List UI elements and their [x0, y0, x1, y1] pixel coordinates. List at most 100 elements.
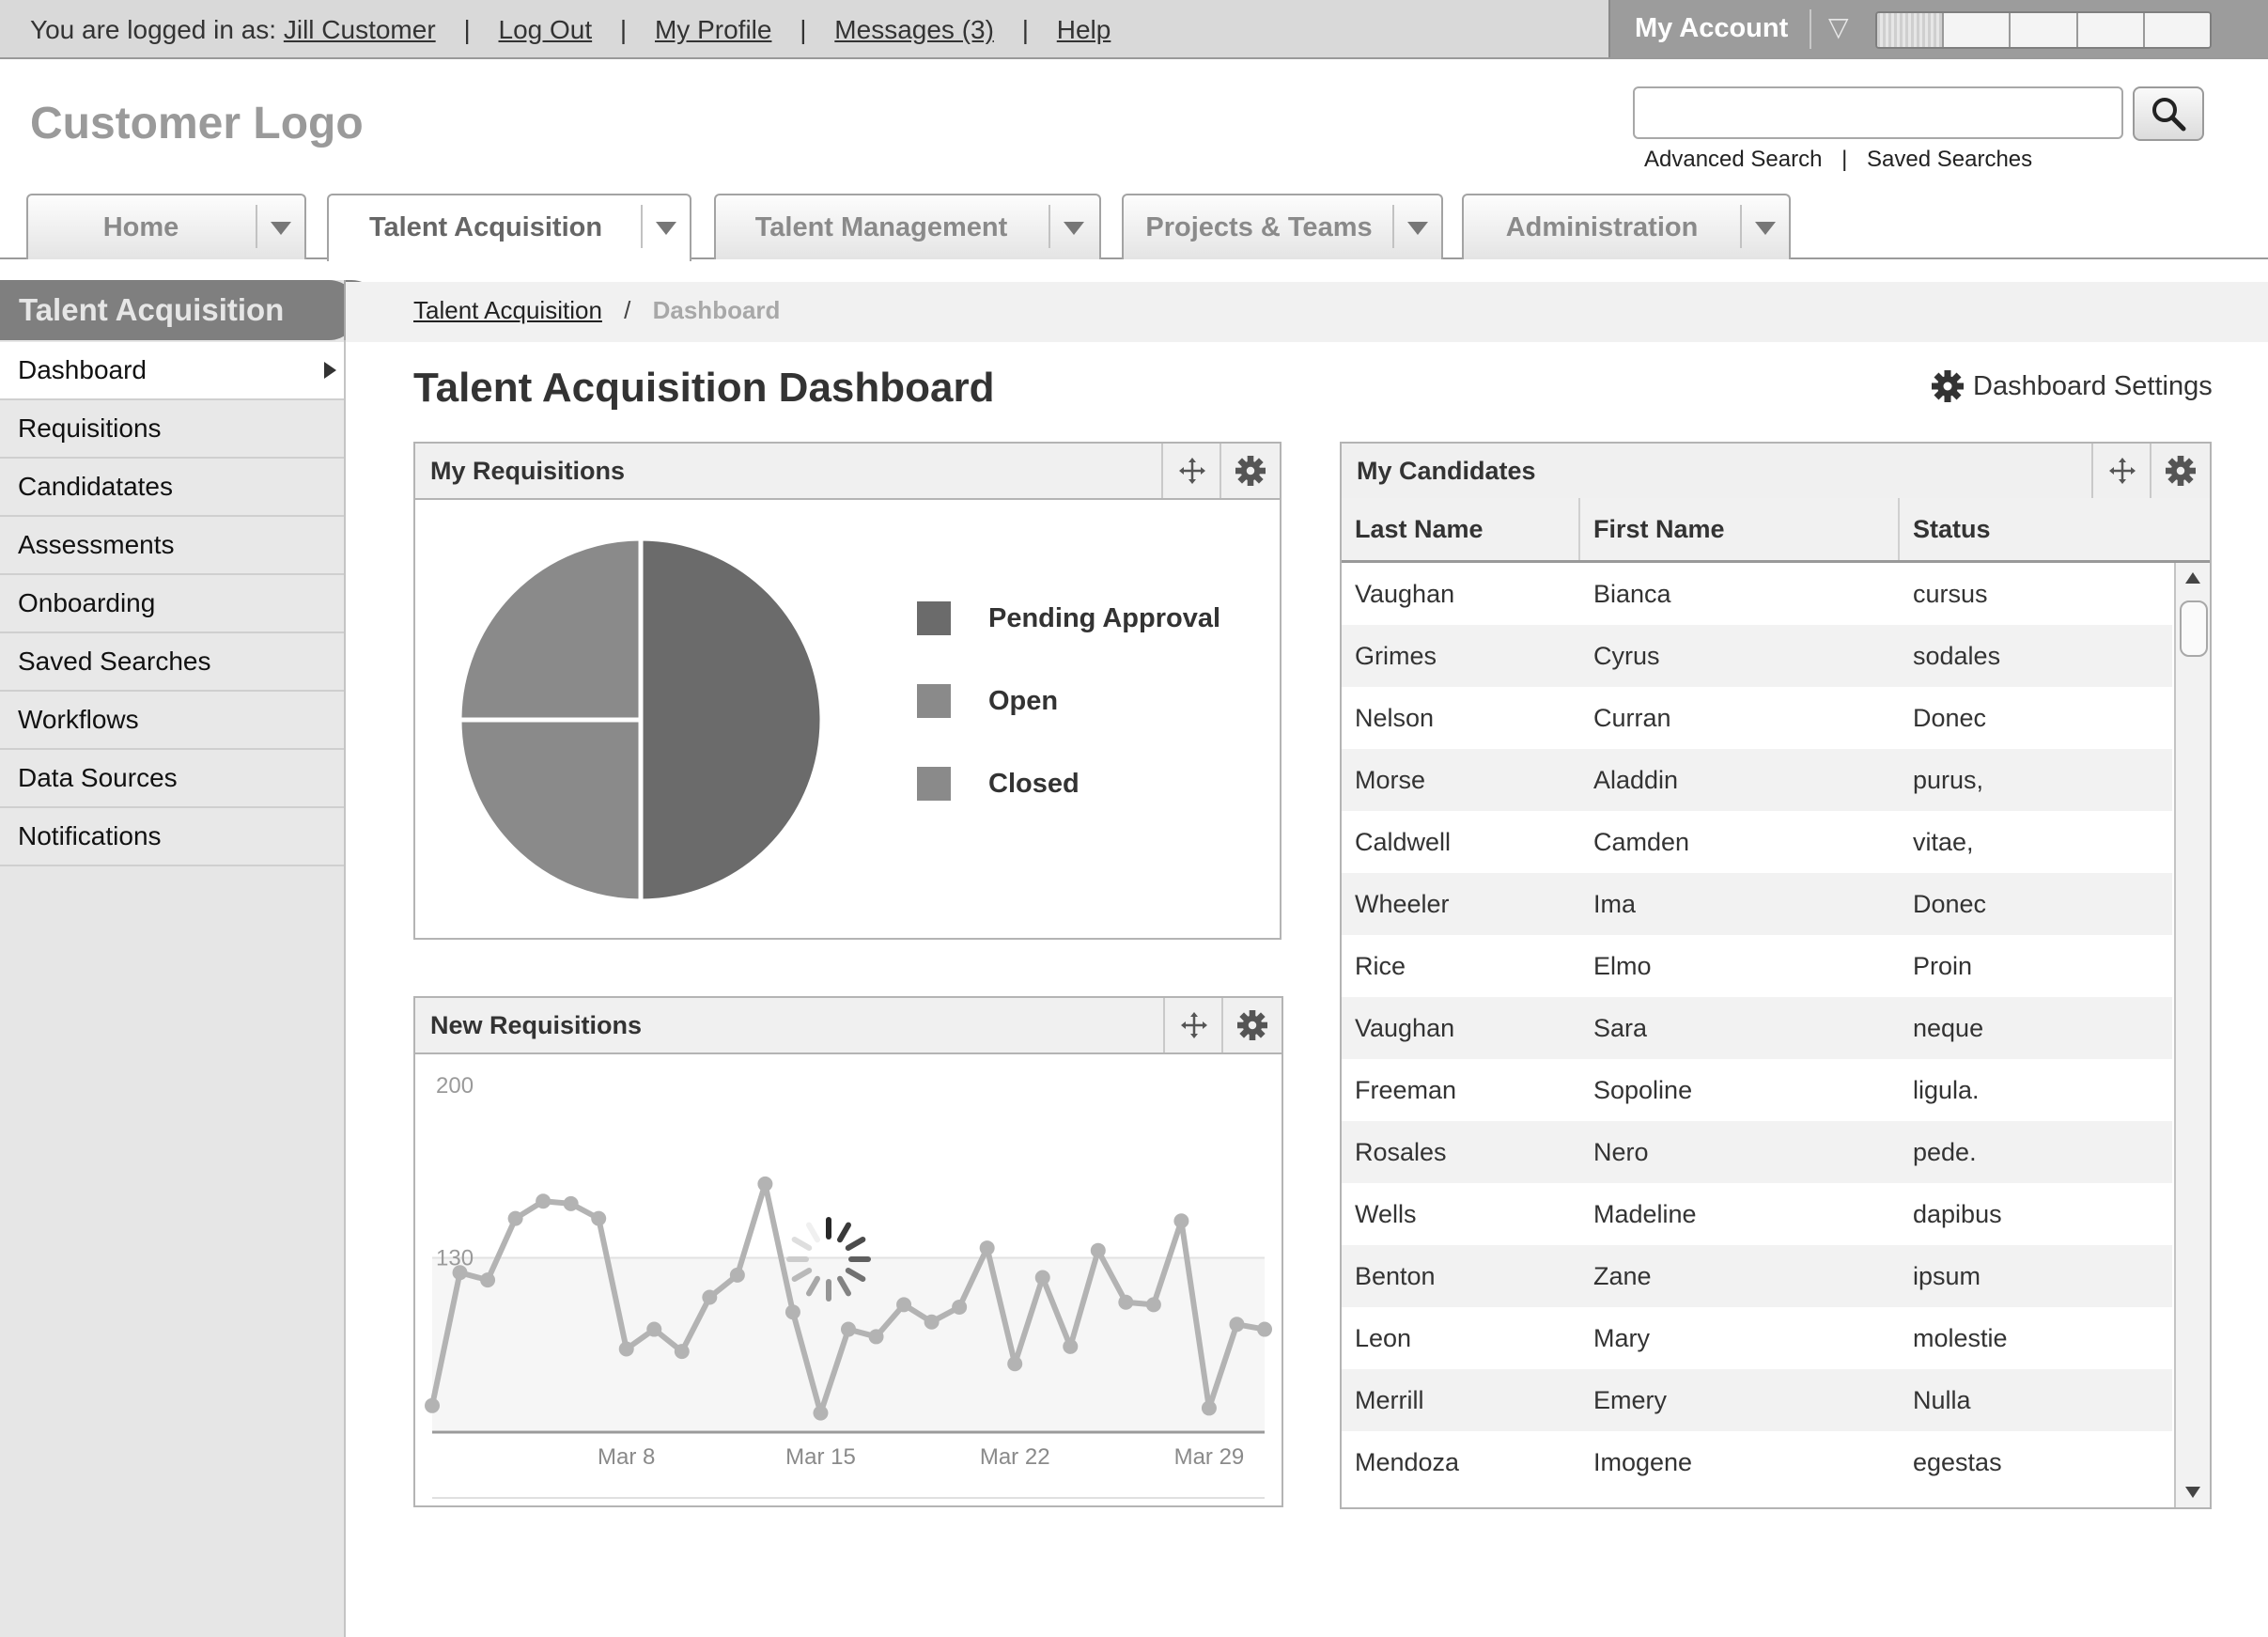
table-row[interactable]: Nelson Curran Donec [1342, 687, 2172, 749]
data-point[interactable] [1118, 1294, 1134, 1310]
column-header-first-name[interactable]: First Name [1580, 498, 1900, 560]
tab-label[interactable]: Administration [1464, 195, 1740, 259]
chevron-down-icon[interactable] [271, 222, 291, 235]
tab-label[interactable]: Talent Management [716, 195, 1047, 259]
chevron-down-icon[interactable]: ▽ [1828, 11, 1849, 42]
sidebar-item-requisitions[interactable]: Requisitions [0, 400, 344, 459]
pie-slice[interactable] [638, 536, 825, 904]
data-point[interactable] [1201, 1400, 1217, 1416]
data-point[interactable] [1257, 1321, 1272, 1337]
sidebar-item-notifications[interactable]: Notifications [0, 808, 344, 866]
sidebar-item-candidates[interactable]: Candidatates [0, 459, 344, 517]
dashboard-settings-label[interactable]: Dashboard Settings [1973, 371, 2213, 402]
search-input[interactable] [1633, 86, 2123, 139]
data-point[interactable] [563, 1195, 579, 1211]
panel-settings-button[interactable] [1219, 444, 1280, 498]
table-row[interactable]: Rosales Nero pede. [1342, 1121, 2172, 1183]
tab-label[interactable]: Home [28, 195, 254, 259]
saved-searches-link[interactable]: Saved Searches [1867, 147, 2032, 172]
table-row[interactable]: Benton Zane ipsum [1342, 1245, 2172, 1307]
data-point[interactable] [702, 1289, 718, 1305]
data-point[interactable] [896, 1297, 912, 1313]
chevron-down-icon[interactable] [1755, 222, 1776, 235]
scroll-up-arrow-icon[interactable] [2185, 572, 2200, 584]
data-point[interactable] [952, 1299, 968, 1315]
data-point[interactable] [784, 1304, 800, 1320]
move-handle[interactable] [2091, 444, 2151, 498]
sidebar-item-onboarding[interactable]: Onboarding [0, 575, 344, 633]
table-row[interactable]: Vaughan Bianca cursus [1342, 563, 2172, 625]
tab-administration[interactable]: Administration [1462, 194, 1791, 259]
table-row[interactable]: Mendoza Imogene egestas [1342, 1431, 2172, 1493]
data-point[interactable] [924, 1314, 940, 1330]
data-point[interactable] [425, 1397, 440, 1413]
sidebar-item-workflows[interactable]: Workflows [0, 692, 344, 750]
tab-label[interactable]: Talent Acquisition [329, 195, 643, 259]
my-account-label[interactable]: My Account [1635, 0, 1788, 57]
table-row[interactable]: Grimes Cyrus sodales [1342, 625, 2172, 687]
pie-slice[interactable] [457, 536, 644, 723]
table-scrollbar[interactable] [2174, 563, 2210, 1507]
data-point[interactable] [618, 1341, 634, 1357]
scroll-thumb[interactable] [2180, 600, 2208, 657]
data-point[interactable] [591, 1210, 607, 1226]
table-row[interactable]: Caldwell Camden vitae, [1342, 811, 2172, 873]
tab-label[interactable]: Projects & Teams [1124, 195, 1394, 259]
data-point[interactable] [646, 1321, 662, 1337]
table-row[interactable]: Morse Aladdin purus, [1342, 749, 2172, 811]
data-point[interactable] [1063, 1338, 1079, 1354]
data-point[interactable] [480, 1272, 496, 1288]
column-header-status[interactable]: Status [1900, 498, 2210, 560]
table-row[interactable]: Merrill Emery Nulla [1342, 1369, 2172, 1431]
tab-talent-management[interactable]: Talent Management [714, 194, 1101, 259]
sidebar-item-dashboard[interactable]: Dashboard [0, 342, 344, 400]
table-row[interactable]: Leon Mary molestie [1342, 1307, 2172, 1369]
pie-slice[interactable] [457, 717, 644, 904]
tab-projects-teams[interactable]: Projects & Teams [1122, 194, 1443, 259]
data-point[interactable] [757, 1176, 773, 1192]
chevron-down-icon[interactable] [1407, 222, 1428, 235]
tab-talent-acquisition[interactable]: Talent Acquisition [327, 194, 691, 261]
data-point[interactable] [979, 1240, 995, 1256]
scroll-down-arrow-icon[interactable] [2185, 1487, 2200, 1498]
move-handle[interactable] [1161, 444, 1221, 498]
logout-link[interactable]: Log Out [499, 15, 593, 44]
sidebar-item-data-sources[interactable]: Data Sources [0, 750, 344, 808]
user-name-link[interactable]: Jill Customer [284, 15, 436, 44]
tab-home[interactable]: Home [26, 194, 306, 259]
my-account-menu[interactable]: My Account ▽ [1608, 0, 2268, 57]
data-point[interactable] [1034, 1270, 1050, 1286]
sidebar-item-assessments[interactable]: Assessments [0, 517, 344, 575]
messages-link[interactable]: Messages (3) [834, 15, 994, 44]
table-row[interactable]: Wheeler Ima Donec [1342, 873, 2172, 935]
my-profile-link[interactable]: My Profile [655, 15, 771, 44]
data-point[interactable] [1229, 1317, 1245, 1333]
chevron-down-icon[interactable] [656, 222, 676, 235]
table-row[interactable]: Vaughan Sara neque [1342, 997, 2172, 1059]
breadcrumb-parent-link[interactable]: Talent Acquisition [413, 296, 602, 324]
chevron-down-icon[interactable] [1064, 222, 1084, 235]
data-point[interactable] [1173, 1213, 1189, 1229]
search-button[interactable] [2133, 86, 2204, 141]
advanced-search-link[interactable]: Advanced Search [1644, 147, 1822, 172]
panel-settings-button[interactable] [1221, 998, 1282, 1052]
data-point[interactable] [536, 1193, 551, 1209]
data-point[interactable] [841, 1321, 856, 1337]
data-point[interactable] [729, 1267, 745, 1283]
dashboard-settings-link[interactable]: Dashboard Settings [1932, 370, 2213, 402]
table-row[interactable]: Wells Madeline dapibus [1342, 1183, 2172, 1245]
data-point[interactable] [1090, 1242, 1106, 1258]
column-header-last-name[interactable]: Last Name [1342, 498, 1580, 560]
data-point[interactable] [868, 1329, 884, 1345]
move-handle[interactable] [1163, 998, 1223, 1052]
table-row[interactable]: Rice Elmo Proin [1342, 935, 2172, 997]
sidebar-item-saved-searches[interactable]: Saved Searches [0, 633, 344, 692]
data-point[interactable] [1007, 1356, 1023, 1372]
data-point[interactable] [507, 1210, 523, 1226]
panel-settings-button[interactable] [2150, 444, 2210, 498]
data-point[interactable] [1145, 1297, 1161, 1313]
data-point[interactable] [674, 1344, 690, 1360]
table-row[interactable]: Freeman Sopoline ligula. [1342, 1059, 2172, 1121]
data-point[interactable] [813, 1405, 829, 1421]
help-link[interactable]: Help [1057, 15, 1111, 44]
